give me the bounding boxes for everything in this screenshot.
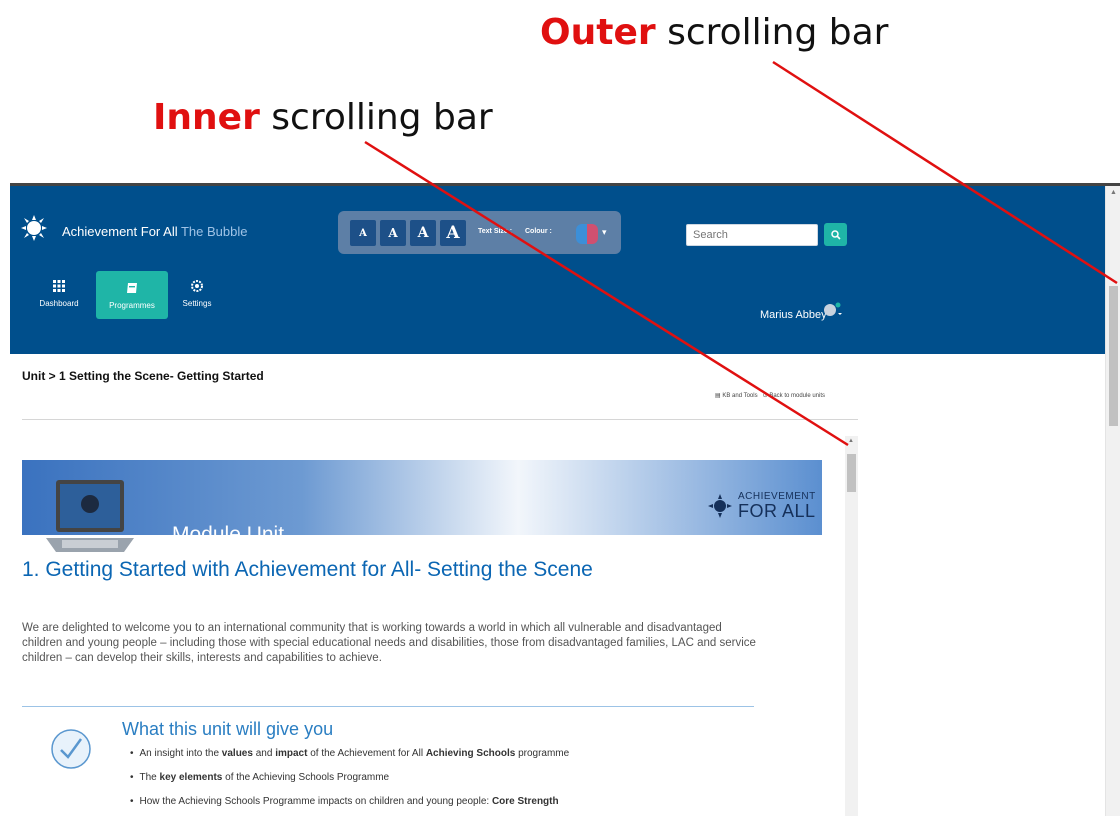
checkmark-icon — [51, 729, 91, 769]
colour-picker-button[interactable] — [576, 224, 598, 244]
toolbar-links: ▤ KB and Tools ⊙ Back to module units — [715, 392, 825, 399]
avatar[interactable] — [823, 302, 845, 318]
nav-label: Programmes — [109, 301, 155, 310]
list-item: The key elements of the Achieving School… — [130, 772, 770, 784]
bullet-text-segment: How the Achieving Schools Programme impa… — [139, 796, 492, 807]
nav-settings[interactable]: Settings — [176, 271, 218, 319]
brand-logo-icon — [708, 494, 732, 518]
user-menu[interactable]: Marius Abbey — [760, 309, 827, 321]
annotation-text: scrolling bar — [259, 97, 493, 138]
bullet-text-segment: The — [139, 772, 160, 783]
caret-down-icon[interactable]: ▾ — [602, 227, 607, 238]
font-size-medium-button[interactable]: A — [380, 220, 406, 246]
kb-tools-link[interactable]: ▤ KB and Tools — [715, 393, 758, 399]
inner-scrollbar-annotation: Inner scrolling bar — [153, 97, 493, 138]
intro-paragraph: We are delighted to welcome you to an in… — [22, 622, 756, 664]
back-to-module-units-link[interactable]: ⊙ Back to module units — [763, 393, 825, 399]
inner-scrollbar-thumb[interactable] — [847, 454, 856, 492]
app-header: Achievement For All The Bubble A A A A T… — [10, 186, 1105, 354]
bullet-text-segment: values — [221, 748, 253, 759]
divider — [22, 419, 858, 420]
font-size-xlarge-button[interactable]: A — [440, 220, 466, 246]
outer-scrollbar-annotation: Outer scrolling bar — [540, 12, 888, 53]
bullet-text-segment: Achieving Schools — [425, 748, 516, 759]
text-tools-panel: A A A A Text Size : Colour : ▾ — [338, 211, 621, 254]
nav-label: Dashboard — [39, 299, 79, 308]
book-icon — [127, 283, 137, 293]
scroll-up-arrow-icon[interactable]: ▲ — [848, 438, 854, 444]
gear-icon — [191, 280, 203, 292]
screenshot-frame: Achievement For All The Bubble A A A A T… — [10, 183, 1120, 816]
module-banner: Module Unit © 2018 ACHIEVEMENT FOR ALL — [22, 460, 822, 563]
brand-subtitle: The Bubble — [177, 224, 248, 239]
outer-scrollbar[interactable]: ▲ — [1105, 186, 1120, 816]
annotation-text: scrolling bar — [655, 12, 889, 53]
breadcrumb: Unit > 1 Setting the Scene- Getting Star… — [22, 369, 264, 383]
grid-icon — [53, 280, 65, 292]
search-input[interactable] — [686, 224, 818, 246]
nav-programmes[interactable]: Programmes — [96, 271, 168, 319]
benefits-list: An insight into the values and impact of… — [130, 748, 770, 816]
brand-title[interactable]: Achievement For All The Bubble — [62, 224, 247, 239]
font-size-small-button[interactable]: A — [350, 220, 376, 246]
bullet-text-segment: An insight into the — [139, 748, 222, 759]
bullet-text-segment: Core Strength — [491, 796, 559, 807]
unit-benefits-title: What this unit will give you — [122, 719, 334, 739]
list-item: How the Achieving Schools Programme impa… — [130, 796, 770, 808]
laptop-icon — [46, 480, 134, 552]
bullet-text-segment: of the Achieving Schools Programme — [222, 772, 390, 783]
nav-dashboard[interactable]: Dashboard — [36, 271, 82, 319]
search-icon — [830, 229, 841, 240]
brand-name: Achievement For All — [62, 224, 178, 239]
nav-label: Settings — [182, 299, 212, 308]
bullet-text-segment: key elements — [159, 772, 223, 783]
colour-label: Colour : — [525, 228, 552, 235]
annotation-bold-word: Inner — [153, 97, 260, 138]
scroll-up-arrow-icon[interactable]: ▲ — [1110, 189, 1117, 196]
font-size-large-button[interactable]: A — [410, 220, 436, 246]
section-divider — [22, 706, 754, 707]
bullet-text-segment: impact — [275, 748, 308, 759]
brand-logo-line2: FOR ALL — [738, 501, 816, 521]
inner-content-frame: Module Unit © 2018 ACHIEVEMENT FOR ALL 1.… — [22, 436, 856, 816]
bullet-text-segment: of the Achievement for All — [307, 748, 426, 759]
bullet-text-segment: programme — [515, 748, 570, 759]
module-unit-title: Module Unit — [172, 523, 285, 546]
annotation-bold-word: Outer — [540, 12, 656, 53]
search-button[interactable] — [824, 223, 847, 246]
unit-heading: 1. Getting Started with Achievement for … — [22, 558, 593, 581]
copyright: © 2018 — [770, 548, 813, 563]
logo-icon — [21, 215, 47, 241]
list-item: An insight into the values and impact of… — [130, 748, 770, 760]
outer-scrollbar-thumb[interactable] — [1109, 286, 1118, 426]
bullet-text-segment: and — [252, 748, 276, 759]
inner-scrollbar[interactable]: ▲ — [845, 436, 858, 816]
brand-logo-text: ACHIEVEMENT FOR ALL — [738, 492, 816, 521]
text-size-label: Text Size : — [478, 228, 513, 235]
